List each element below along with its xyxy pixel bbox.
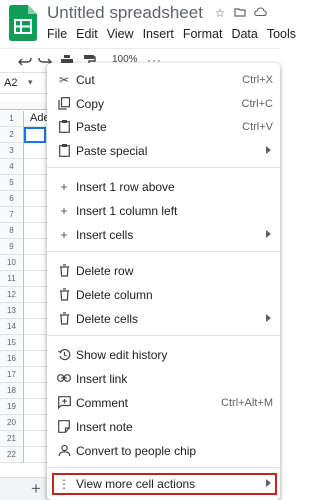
row-number[interactable]: 17 — [0, 367, 24, 383]
app-header: Untitled spreadsheet ☆ File Edit View In… — [0, 0, 296, 46]
menu-data[interactable]: Data — [231, 27, 257, 41]
clipboard-icon — [57, 144, 71, 158]
row-number[interactable]: 13 — [0, 303, 24, 319]
row-number[interactable]: 10 — [0, 255, 24, 271]
selected-cell-a2[interactable] — [24, 127, 46, 143]
row-number[interactable]: 2 — [0, 127, 24, 143]
menu-item-delete-row[interactable]: Delete row — [47, 259, 280, 283]
row-number[interactable]: 1 — [0, 111, 24, 127]
trash-icon — [57, 264, 71, 278]
menu-item-copy[interactable]: Copy Ctrl+C — [47, 92, 280, 116]
row-number[interactable]: 20 — [0, 415, 24, 431]
menu-item-insert-cells[interactable]: + Insert cells — [47, 223, 280, 247]
cell-context-menu: ✂ Cut Ctrl+X Copy Ctrl+C Paste Ctrl+V Pa… — [47, 63, 280, 500]
menu-item-paste-special[interactable]: Paste special — [47, 139, 280, 163]
menu-item-insert-link[interactable]: Insert link — [47, 367, 280, 391]
menu-divider — [47, 251, 280, 252]
submenu-arrow-icon — [266, 479, 271, 487]
menu-edit[interactable]: Edit — [76, 27, 98, 41]
more-vert-icon: ⋮ — [58, 477, 70, 491]
menu-item-insert-note[interactable]: Insert note — [47, 415, 280, 439]
cloud-status-icon[interactable] — [254, 6, 267, 20]
menu-item-insert-column[interactable]: + Insert 1 column left — [47, 199, 280, 223]
note-icon — [57, 420, 71, 434]
menu-view[interactable]: View — [107, 27, 134, 41]
clipboard-icon — [57, 120, 71, 134]
plus-icon: + — [60, 180, 68, 194]
chevron-down-icon[interactable]: ▾ — [28, 77, 33, 88]
row-number[interactable]: 11 — [0, 271, 24, 287]
submenu-arrow-icon — [266, 230, 271, 238]
row-number[interactable]: 6 — [0, 191, 24, 207]
link-icon — [57, 372, 71, 386]
row-number[interactable]: 18 — [0, 383, 24, 399]
add-sheet-icon[interactable]: + — [31, 479, 41, 499]
star-icon[interactable]: ☆ — [214, 6, 226, 20]
menu-item-edit-history[interactable]: Show edit history — [47, 343, 280, 367]
row-number[interactable]: 12 — [0, 287, 24, 303]
sheets-logo-icon[interactable] — [9, 5, 37, 41]
menu-divider — [47, 167, 280, 168]
row-number[interactable]: 19 — [0, 399, 24, 415]
person-chip-icon — [57, 444, 71, 458]
plus-icon: + — [60, 228, 68, 242]
submenu-arrow-icon — [266, 146, 271, 154]
menu-item-people-chip[interactable]: Convert to people chip — [47, 439, 280, 463]
trash-icon — [57, 288, 71, 302]
menu-divider — [47, 335, 280, 336]
trash-icon — [57, 312, 71, 326]
row-number[interactable]: 9 — [0, 239, 24, 255]
menu-item-view-more-actions[interactable]: ⋮ View more cell actions — [47, 472, 280, 496]
row-number[interactable]: 8 — [0, 223, 24, 239]
menu-insert[interactable]: Insert — [143, 27, 174, 41]
plus-icon: + — [60, 204, 68, 218]
name-box[interactable]: A2 — [4, 77, 17, 89]
document-title[interactable]: Untitled spreadsheet — [47, 3, 203, 23]
menu-format[interactable]: Format — [183, 27, 223, 41]
menu-item-cut[interactable]: ✂ Cut Ctrl+X — [47, 68, 280, 92]
submenu-arrow-icon — [266, 314, 271, 322]
menu-file[interactable]: File — [47, 27, 67, 41]
menu-item-delete-cells[interactable]: Delete cells — [47, 307, 280, 331]
menu-item-comment[interactable]: Comment Ctrl+Alt+M — [47, 391, 280, 415]
row-number[interactable]: 15 — [0, 335, 24, 351]
row-number[interactable]: 4 — [0, 159, 24, 175]
comment-icon — [57, 396, 71, 410]
row-number[interactable]: 14 — [0, 319, 24, 335]
undo-icon[interactable] — [18, 54, 32, 68]
row-number[interactable]: 16 — [0, 351, 24, 367]
menu-bar: File Edit View Insert Format Data Tools — [47, 27, 296, 41]
menu-item-insert-row[interactable]: + Insert 1 row above — [47, 175, 280, 199]
move-folder-icon[interactable] — [234, 6, 246, 20]
menu-item-paste[interactable]: Paste Ctrl+V — [47, 115, 280, 139]
row-number[interactable]: 22 — [0, 447, 24, 463]
scissors-icon: ✂ — [58, 73, 70, 87]
row-number[interactable]: 21 — [0, 431, 24, 447]
copy-icon — [57, 97, 71, 111]
row-number[interactable]: 3 — [0, 143, 24, 159]
row-number[interactable]: 7 — [0, 207, 24, 223]
menu-tools[interactable]: Tools — [267, 27, 296, 41]
history-icon — [57, 348, 71, 362]
menu-divider — [47, 467, 280, 468]
menu-item-delete-column[interactable]: Delete column — [47, 283, 280, 307]
row-number[interactable]: 5 — [0, 175, 24, 191]
